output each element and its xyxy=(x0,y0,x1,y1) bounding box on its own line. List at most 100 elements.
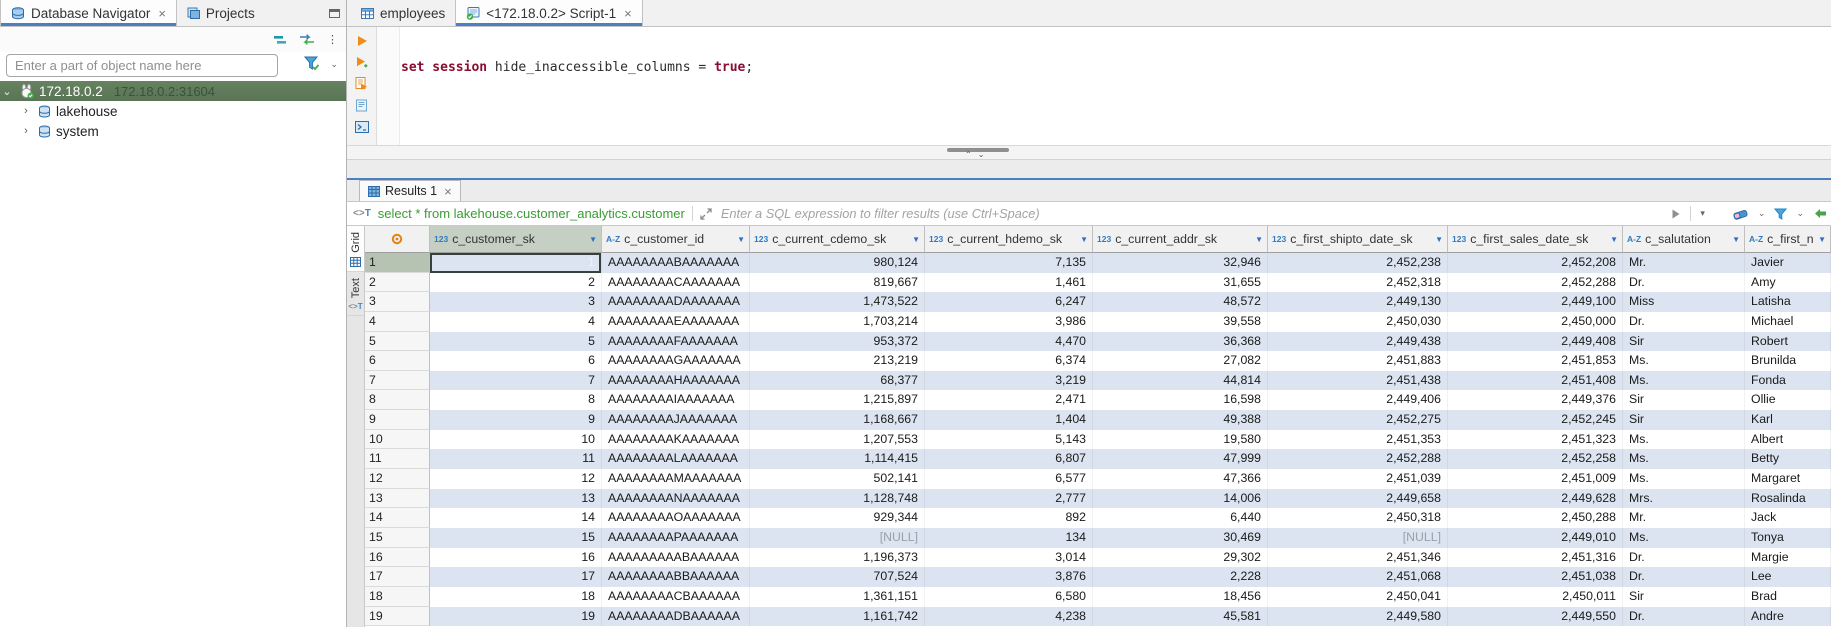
grid-cell[interactable]: Miss xyxy=(1623,292,1745,312)
grid-cell[interactable]: 1 xyxy=(430,253,602,273)
column-header-c_first_sales_date_sk[interactable]: 123c_first_sales_date_sk▼ xyxy=(1448,226,1623,253)
grid-cell[interactable]: AAAAAAAAIAAAAAAA xyxy=(602,390,750,410)
grid-cell[interactable]: 1,161,742 xyxy=(750,607,925,627)
row-number[interactable]: 16 xyxy=(365,548,430,568)
grid-cell[interactable]: Tonya xyxy=(1745,528,1831,548)
tree-item-system[interactable]: › system xyxy=(0,121,346,141)
grid-cell[interactable]: 6,580 xyxy=(925,587,1093,607)
grid-cell[interactable]: 2,452,258 xyxy=(1448,449,1623,469)
grid-cell[interactable]: 2,449,406 xyxy=(1268,390,1448,410)
search-input[interactable] xyxy=(6,54,278,77)
tab-database-navigator[interactable]: Database Navigator × xyxy=(0,0,177,26)
grid-cell[interactable]: 3,219 xyxy=(925,371,1093,391)
link-with-editor-icon[interactable] xyxy=(299,34,315,45)
chevron-down-icon[interactable]: ⌄ xyxy=(1796,208,1804,219)
grid-cell[interactable]: Fonda xyxy=(1745,371,1831,391)
grid-cell[interactable]: 14 xyxy=(430,508,602,528)
row-number[interactable]: 5 xyxy=(365,332,430,352)
grid-cell[interactable]: 1,215,897 xyxy=(750,390,925,410)
filter-objects-icon[interactable] xyxy=(304,56,320,71)
grid-cell[interactable]: 953,372 xyxy=(750,332,925,352)
grid-cell[interactable]: 2,449,408 xyxy=(1448,332,1623,352)
grid-cell[interactable]: Michael xyxy=(1745,312,1831,332)
grid-cell[interactable]: AAAAAAAABAAAAAAA xyxy=(602,253,750,273)
grid-cell[interactable]: AAAAAAAACBAAAAAA xyxy=(602,587,750,607)
row-header-corner[interactable] xyxy=(365,226,430,253)
grid-cell[interactable]: 6 xyxy=(430,351,602,371)
grid-cell[interactable]: Andre xyxy=(1745,607,1831,627)
grid-cell[interactable]: 32,946 xyxy=(1093,253,1268,273)
sql-line-1[interactable]: set session hide_inaccessible_columns = … xyxy=(401,60,808,75)
grid-cell[interactable]: 2,450,318 xyxy=(1268,508,1448,528)
row-number[interactable]: 8 xyxy=(365,390,430,410)
column-header-c_first_na[interactable]: A-Zc_first_na▼ xyxy=(1745,226,1831,253)
close-icon[interactable]: × xyxy=(158,6,166,21)
grid-cell[interactable]: Dr. xyxy=(1623,312,1745,332)
grid-cell[interactable]: 47,999 xyxy=(1093,449,1268,469)
grid-cell[interactable]: 213,219 xyxy=(750,351,925,371)
grid-cell[interactable]: 6,577 xyxy=(925,469,1093,489)
grid-cell[interactable]: Ms. xyxy=(1623,469,1745,489)
apply-filter-icon[interactable] xyxy=(1671,209,1681,219)
grid-cell[interactable]: 2,450,030 xyxy=(1268,312,1448,332)
grid-cell[interactable]: 2,451,009 xyxy=(1448,469,1623,489)
chevron-down-icon[interactable]: ⌄ xyxy=(1758,208,1766,219)
grid-cell[interactable]: AAAAAAAADBAAAAAA xyxy=(602,607,750,627)
grid-cell[interactable]: Margaret xyxy=(1745,469,1831,489)
grid-cell[interactable]: 7 xyxy=(430,371,602,391)
grid-cell[interactable]: 2,449,658 xyxy=(1268,489,1448,509)
chevron-collapsed-icon[interactable]: › xyxy=(19,105,33,117)
sort-arrow-icon[interactable]: ▼ xyxy=(1255,226,1263,253)
grid-cell[interactable]: 44,814 xyxy=(1093,371,1268,391)
column-header-c_current_hdemo_sk[interactable]: 123c_current_hdemo_sk▼ xyxy=(925,226,1093,253)
grid-cell[interactable]: 12 xyxy=(430,469,602,489)
grid-cell[interactable]: 2,451,353 xyxy=(1268,430,1448,450)
grid-cell[interactable]: 502,141 xyxy=(750,469,925,489)
grid-cell[interactable]: AAAAAAAAMAAAAAAA xyxy=(602,469,750,489)
grid-cell[interactable]: 1,128,748 xyxy=(750,489,925,509)
sort-arrow-icon[interactable]: ▼ xyxy=(737,226,745,253)
grid-cell[interactable]: AAAAAAAANAAAAAAA xyxy=(602,489,750,509)
grid-cell[interactable]: 2,449,100 xyxy=(1448,292,1623,312)
grid-cell[interactable]: AAAAAAAADAAAAAAA xyxy=(602,292,750,312)
grid-cell[interactable]: Ollie xyxy=(1745,390,1831,410)
grid-cell[interactable]: Albert xyxy=(1745,430,1831,450)
grid-cell[interactable]: 19 xyxy=(430,607,602,627)
grid-cell[interactable]: 1,404 xyxy=(925,410,1093,430)
grid-cell[interactable]: 4 xyxy=(430,312,602,332)
grid-cell[interactable]: 48,572 xyxy=(1093,292,1268,312)
grid-cell[interactable]: 1,461 xyxy=(925,273,1093,293)
grid-cell[interactable]: Brunilda xyxy=(1745,351,1831,371)
previous-page-icon[interactable] xyxy=(1813,208,1827,219)
grid-cell[interactable]: 8 xyxy=(430,390,602,410)
grid-cell[interactable]: Mrs. xyxy=(1623,489,1745,509)
grid-cell[interactable]: 3,014 xyxy=(925,548,1093,568)
grid-cell[interactable]: 2,449,628 xyxy=(1448,489,1623,509)
grid-cell[interactable]: 2,451,883 xyxy=(1268,351,1448,371)
grid-cell[interactable]: Javier xyxy=(1745,253,1831,273)
grid-cell[interactable]: AAAAAAAAPAAAAAAA xyxy=(602,528,750,548)
row-number[interactable]: 6 xyxy=(365,351,430,371)
grid-cell[interactable]: 2,452,245 xyxy=(1448,410,1623,430)
close-icon[interactable]: × xyxy=(624,6,632,21)
grid-cell[interactable]: 17 xyxy=(430,567,602,587)
execute-statement-button[interactable] xyxy=(356,35,368,47)
grid-cell[interactable]: 2,451,068 xyxy=(1268,567,1448,587)
grid-cell[interactable]: 2,450,041 xyxy=(1268,587,1448,607)
grid-cell[interactable]: 2,228 xyxy=(1093,567,1268,587)
grid-cell[interactable]: 3,876 xyxy=(925,567,1093,587)
grid-cell[interactable]: 2,450,011 xyxy=(1448,587,1623,607)
grid-cell[interactable]: 2,451,323 xyxy=(1448,430,1623,450)
sort-arrow-icon[interactable]: ▼ xyxy=(1435,226,1443,253)
close-icon[interactable]: × xyxy=(444,184,452,199)
grid-cell[interactable]: 2,452,208 xyxy=(1448,253,1623,273)
row-number[interactable]: 19 xyxy=(365,607,430,627)
row-number[interactable]: 7 xyxy=(365,371,430,391)
grid-cell[interactable]: Sir xyxy=(1623,587,1745,607)
grid-cell[interactable]: Dr. xyxy=(1623,607,1745,627)
grid-cell[interactable]: AAAAAAAAHAAAAAAA xyxy=(602,371,750,391)
row-number[interactable]: 10 xyxy=(365,430,430,450)
row-number[interactable]: 13 xyxy=(365,489,430,509)
grid-cell[interactable]: 819,667 xyxy=(750,273,925,293)
grid-cell[interactable]: Lee xyxy=(1745,567,1831,587)
